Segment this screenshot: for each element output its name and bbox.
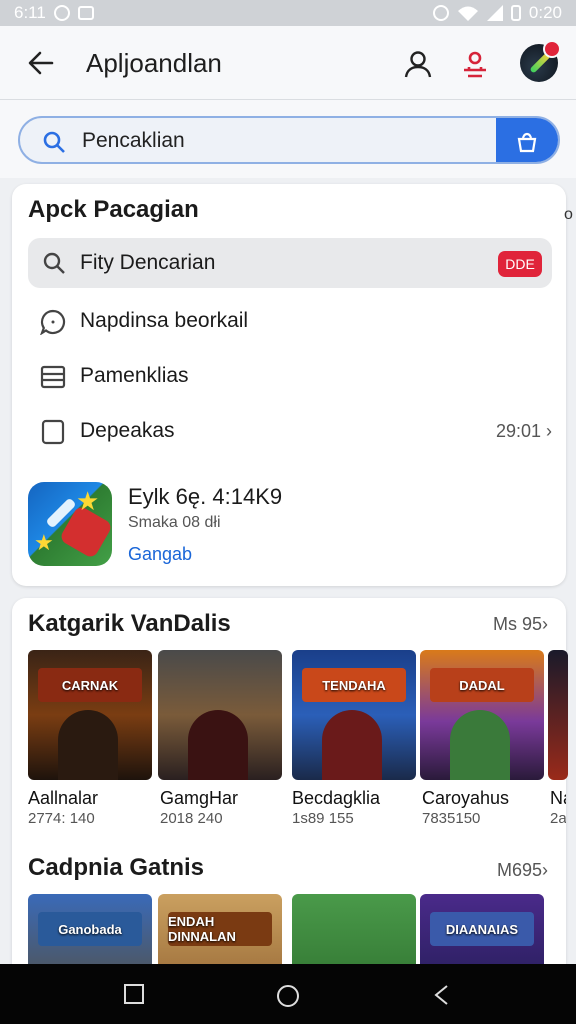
list-item-label: Depeakas [80, 419, 175, 442]
checkbox-icon [41, 419, 65, 445]
game-meta: 2an [550, 810, 566, 827]
list-item-checkbox[interactable]: Depeakas 29:01 › [28, 407, 552, 457]
app-link[interactable]: Gangab [128, 544, 192, 565]
notification-icon [53, 5, 70, 21]
photo-icon [77, 6, 94, 20]
game-thumbnail[interactable] [158, 650, 282, 780]
page-title: Apljoandlan [86, 48, 222, 78]
back-arrow-icon[interactable] [28, 50, 54, 76]
user-icon[interactable] [404, 50, 432, 78]
list-item-recent-search[interactable]: Fity Dencarian DDE [28, 238, 552, 288]
search-icon [43, 252, 65, 274]
list-item-value: 29:01 › [495, 421, 552, 441]
game-meta: 7835150 [422, 810, 481, 827]
category-card: Katgarik VanDalis Ms 95› CARNAK TENDAHA … [12, 598, 568, 1024]
section-title: Cadpnia Gatnis [28, 854, 205, 881]
list-item-label: Napdinsa beorkail [80, 309, 249, 332]
bag-icon [517, 132, 537, 153]
game-thumbnail[interactable] [548, 650, 568, 780]
list-icon [40, 365, 66, 389]
game-name: Aallnalar [28, 788, 99, 808]
game-name: Becdagklia [292, 788, 381, 808]
avatar[interactable] [520, 40, 561, 82]
list-item-label: Fity Dencarian [80, 251, 216, 274]
status-bar: 6:11 0:20 [0, 0, 576, 26]
search-icon [43, 131, 65, 153]
search-area: Pencaklian [0, 100, 576, 178]
edge-text: o [564, 206, 573, 223]
search-button[interactable] [496, 118, 558, 162]
status-time: 6:11 [14, 3, 46, 22]
card-title: Apck Pacagian [28, 196, 199, 223]
game-meta: 2774: 140 [28, 810, 95, 827]
back-icon[interactable] [432, 984, 450, 1006]
game-name: Nap [550, 788, 566, 808]
game-meta: 1s89 155 [292, 810, 354, 827]
game-thumbnail[interactable]: CARNAK [28, 650, 152, 780]
list-item-list[interactable]: Pamenklias [28, 352, 552, 402]
status-badge: DDE [498, 251, 542, 277]
wifi-icon [457, 6, 478, 21]
status-clock: 0:20 [528, 3, 562, 22]
game-name: Caroyahus [422, 788, 510, 808]
notification-dot [543, 40, 561, 58]
app-icon[interactable]: ★ ★ [28, 482, 112, 566]
recents-icon[interactable] [124, 984, 144, 1004]
system-nav-bar [0, 964, 576, 1024]
app-bar: Apljoandlan [0, 26, 576, 100]
game-thumbnail[interactable]: TENDAHA [292, 650, 416, 780]
list-item-label: Pamenklias [80, 364, 189, 387]
battery-icon [510, 5, 521, 21]
game-name: GamgHar [160, 788, 239, 808]
app-subtitle: Smaka 08 dłi [128, 514, 221, 531]
search-options-card: Apck Pacagian Fity Dencarian DDE Napdins… [12, 184, 566, 586]
chat-bubble-icon [40, 309, 66, 335]
home-icon[interactable] [276, 984, 300, 1008]
app-name: Eylk 6ę. 4:14K9 [128, 484, 283, 509]
see-more-link[interactable]: M695› [497, 860, 548, 881]
alert-icon[interactable] [461, 50, 489, 78]
game-thumbnail[interactable]: DADAL [420, 650, 544, 780]
list-item-chat[interactable]: Napdinsa beorkail [28, 297, 552, 347]
signal-icon [486, 5, 503, 21]
search-input[interactable]: Pencaklian [82, 129, 185, 153]
search-bar[interactable]: Pencaklian [18, 116, 560, 164]
alarm-icon [432, 5, 449, 21]
section-title: Katgarik VanDalis [28, 610, 231, 637]
see-more-link[interactable]: Ms 95› [493, 614, 548, 635]
game-meta: 2018 240 [160, 810, 223, 827]
